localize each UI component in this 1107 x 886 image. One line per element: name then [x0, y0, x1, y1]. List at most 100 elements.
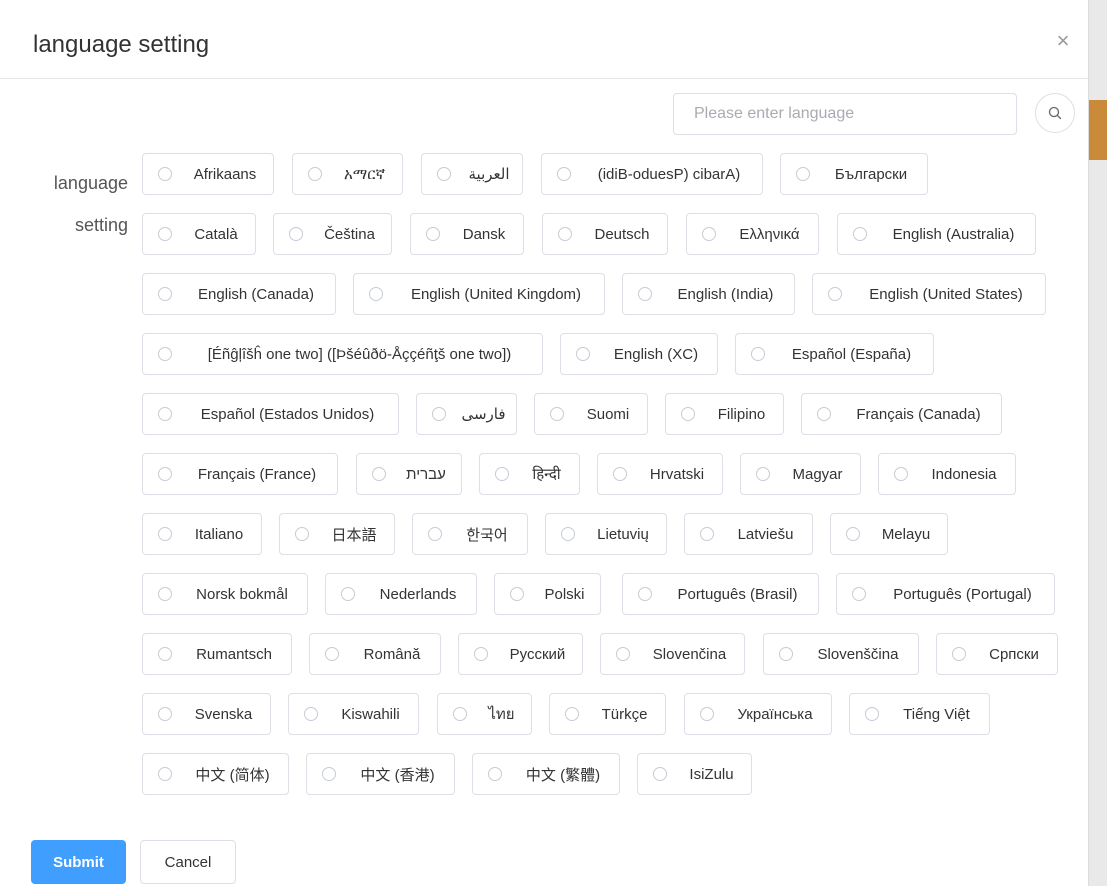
radio-icon[interactable]	[158, 767, 172, 781]
language-option[interactable]: Ελληνικά	[686, 213, 819, 255]
language-option[interactable]: עברית	[356, 453, 462, 495]
language-option[interactable]: English (United Kingdom)	[353, 273, 605, 315]
language-option[interactable]: Português (Brasil)	[622, 573, 819, 615]
radio-icon[interactable]	[426, 227, 440, 241]
language-option[interactable]: English (Canada)	[142, 273, 336, 315]
radio-icon[interactable]	[437, 167, 451, 181]
radio-icon[interactable]	[638, 587, 652, 601]
radio-icon[interactable]	[565, 707, 579, 721]
radio-icon[interactable]	[295, 527, 309, 541]
language-option[interactable]: Español (España)	[735, 333, 934, 375]
radio-icon[interactable]	[453, 707, 467, 721]
language-option[interactable]: 한국어	[412, 513, 528, 555]
language-option[interactable]: Suomi	[534, 393, 648, 435]
radio-icon[interactable]	[158, 707, 172, 721]
language-option[interactable]: Rumantsch	[142, 633, 292, 675]
radio-icon[interactable]	[432, 407, 446, 421]
language-option[interactable]: فارسی	[416, 393, 517, 435]
search-button[interactable]	[1035, 93, 1075, 133]
radio-icon[interactable]	[561, 527, 575, 541]
radio-icon[interactable]	[158, 587, 172, 601]
language-option[interactable]: ไทย	[437, 693, 532, 735]
language-option[interactable]: Norsk bokmål	[142, 573, 308, 615]
radio-icon[interactable]	[550, 407, 564, 421]
radio-icon[interactable]	[488, 767, 502, 781]
language-option[interactable]: Español (Estados Unidos)	[142, 393, 399, 435]
language-option[interactable]: Română	[309, 633, 441, 675]
language-option[interactable]: Afrikaans	[142, 153, 274, 195]
language-option[interactable]: English (Australia)	[837, 213, 1036, 255]
language-option[interactable]: Tiếng Việt	[849, 693, 990, 735]
radio-icon[interactable]	[428, 527, 442, 541]
radio-icon[interactable]	[510, 587, 524, 601]
language-option[interactable]: Italiano	[142, 513, 262, 555]
language-option[interactable]: Українська	[684, 693, 832, 735]
radio-icon[interactable]	[158, 287, 172, 301]
radio-icon[interactable]	[576, 347, 590, 361]
language-option[interactable]: Kiswahili	[288, 693, 419, 735]
radio-icon[interactable]	[616, 647, 630, 661]
language-option[interactable]: English (India)	[622, 273, 795, 315]
radio-icon[interactable]	[474, 647, 488, 661]
language-option[interactable]: Polski	[494, 573, 601, 615]
language-option[interactable]: Lietuvių	[545, 513, 667, 555]
language-option[interactable]: Български	[780, 153, 928, 195]
radio-icon[interactable]	[372, 467, 386, 481]
language-option[interactable]: 中文 (简体)	[142, 753, 289, 795]
language-option[interactable]: Slovenščina	[763, 633, 919, 675]
radio-icon[interactable]	[846, 527, 860, 541]
language-option[interactable]: English (United States)	[812, 273, 1046, 315]
language-option[interactable]: [Éñĝļîšĥ one two] ([Þšéûðö-Åççéñţš one t…	[142, 333, 543, 375]
radio-icon[interactable]	[852, 587, 866, 601]
radio-icon[interactable]	[751, 347, 765, 361]
radio-icon[interactable]	[322, 767, 336, 781]
language-option[interactable]: Čeština	[273, 213, 392, 255]
language-option[interactable]: IsiZulu	[637, 753, 752, 795]
language-option[interactable]: 日本語	[279, 513, 395, 555]
radio-icon[interactable]	[865, 707, 879, 721]
language-option[interactable]: Српски	[936, 633, 1058, 675]
radio-icon[interactable]	[304, 707, 318, 721]
language-option[interactable]: አማርኛ	[292, 153, 403, 195]
radio-icon[interactable]	[325, 647, 339, 661]
radio-icon[interactable]	[369, 287, 383, 301]
language-option[interactable]: English (XC)	[560, 333, 718, 375]
radio-icon[interactable]	[158, 407, 172, 421]
language-option[interactable]: 中文 (香港)	[306, 753, 455, 795]
radio-icon[interactable]	[638, 287, 652, 301]
language-search-input[interactable]	[673, 93, 1017, 135]
radio-icon[interactable]	[558, 227, 572, 241]
language-option[interactable]: Svenska	[142, 693, 271, 735]
language-option[interactable]: Latviešu	[684, 513, 813, 555]
radio-icon[interactable]	[158, 467, 172, 481]
language-option[interactable]: Indonesia	[878, 453, 1016, 495]
radio-icon[interactable]	[853, 227, 867, 241]
language-option[interactable]: Melayu	[830, 513, 948, 555]
radio-icon[interactable]	[653, 767, 667, 781]
language-option[interactable]: 中文 (繁體)	[472, 753, 620, 795]
language-option[interactable]: العربية	[421, 153, 523, 195]
language-option[interactable]: Hrvatski	[597, 453, 723, 495]
radio-icon[interactable]	[796, 167, 810, 181]
language-option[interactable]: Slovenčina	[600, 633, 745, 675]
radio-icon[interactable]	[613, 467, 627, 481]
radio-icon[interactable]	[289, 227, 303, 241]
radio-icon[interactable]	[158, 347, 172, 361]
radio-icon[interactable]	[341, 587, 355, 601]
radio-icon[interactable]	[158, 167, 172, 181]
radio-icon[interactable]	[495, 467, 509, 481]
radio-icon[interactable]	[308, 167, 322, 181]
radio-icon[interactable]	[828, 287, 842, 301]
radio-icon[interactable]	[700, 707, 714, 721]
radio-icon[interactable]	[756, 467, 770, 481]
cancel-button[interactable]: Cancel	[140, 840, 236, 884]
radio-icon[interactable]	[952, 647, 966, 661]
radio-icon[interactable]	[681, 407, 695, 421]
language-option[interactable]: Català	[142, 213, 256, 255]
language-option[interactable]: Português (Portugal)	[836, 573, 1055, 615]
language-option[interactable]: Deutsch	[542, 213, 668, 255]
language-option[interactable]: Türkçe	[549, 693, 666, 735]
radio-icon[interactable]	[557, 167, 571, 181]
radio-icon[interactable]	[702, 227, 716, 241]
radio-icon[interactable]	[700, 527, 714, 541]
